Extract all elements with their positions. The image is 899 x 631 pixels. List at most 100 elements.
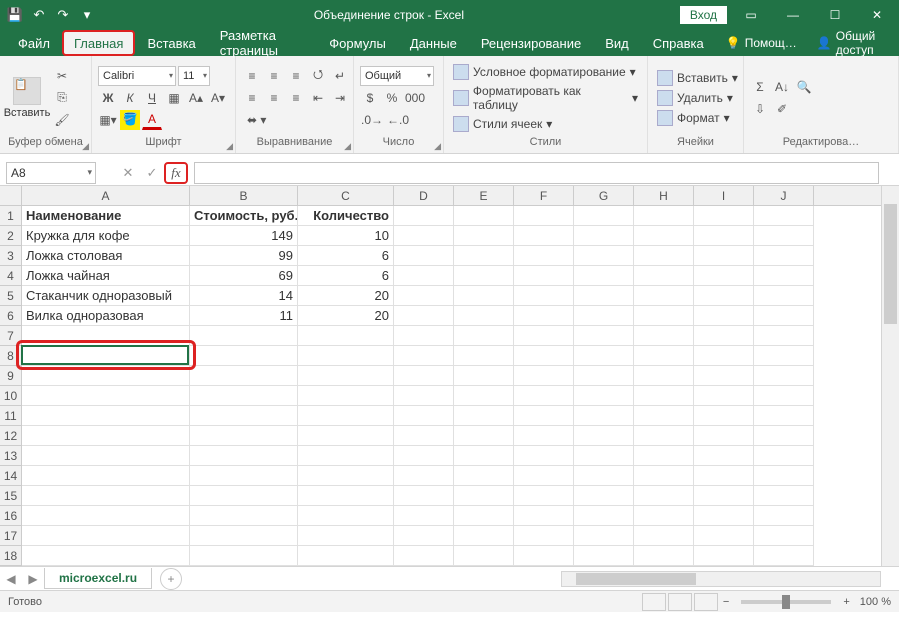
- align-top-icon[interactable]: ≡: [242, 66, 262, 86]
- cell[interactable]: [454, 406, 514, 426]
- col-header[interactable]: F: [514, 186, 574, 205]
- align-left-icon[interactable]: ≡: [242, 88, 262, 108]
- cell[interactable]: [574, 326, 634, 346]
- cell[interactable]: [514, 326, 574, 346]
- cell[interactable]: [190, 366, 298, 386]
- cell[interactable]: [514, 526, 574, 546]
- format-cells-button[interactable]: Формат ▾: [654, 109, 741, 127]
- row-header[interactable]: 17: [0, 526, 21, 546]
- borders-dropdown-icon[interactable]: ▦▾: [98, 110, 118, 130]
- col-header[interactable]: J: [754, 186, 814, 205]
- cell[interactable]: [694, 506, 754, 526]
- row-header[interactable]: 5: [0, 286, 21, 306]
- cell[interactable]: [634, 426, 694, 446]
- cell[interactable]: [514, 266, 574, 286]
- cell[interactable]: [694, 486, 754, 506]
- save-icon[interactable]: 💾: [4, 4, 26, 26]
- cell[interactable]: [394, 226, 454, 246]
- insert-cells-button[interactable]: Вставить ▾: [654, 69, 741, 87]
- cell[interactable]: [514, 206, 574, 226]
- page-layout-view-icon[interactable]: [668, 593, 692, 611]
- cell[interactable]: [694, 406, 754, 426]
- cell[interactable]: [754, 446, 814, 466]
- row-header[interactable]: 15: [0, 486, 21, 506]
- insert-function-button[interactable]: fx: [164, 162, 188, 184]
- increase-indent-icon[interactable]: ⇥: [330, 88, 350, 108]
- cell[interactable]: [634, 246, 694, 266]
- cell[interactable]: [754, 486, 814, 506]
- cell[interactable]: [190, 546, 298, 566]
- maximize-icon[interactable]: ☐: [817, 1, 853, 29]
- row-header[interactable]: 2: [0, 226, 21, 246]
- cell[interactable]: [298, 326, 394, 346]
- align-middle-icon[interactable]: ≡: [264, 66, 284, 86]
- cell[interactable]: [574, 286, 634, 306]
- cell[interactable]: [514, 386, 574, 406]
- row-header[interactable]: 1: [0, 206, 21, 226]
- worksheet-grid[interactable]: A B C D E F G H I J 1 2 3 4 5 6 7 8 9 10…: [0, 186, 899, 566]
- cell[interactable]: [574, 266, 634, 286]
- cell[interactable]: [694, 466, 754, 486]
- cell[interactable]: Ложка столовая: [22, 246, 190, 266]
- cell[interactable]: [514, 246, 574, 266]
- cell[interactable]: [190, 406, 298, 426]
- cell[interactable]: [754, 366, 814, 386]
- cell[interactable]: [574, 246, 634, 266]
- cell[interactable]: [634, 466, 694, 486]
- delete-cells-button[interactable]: Удалить ▾: [654, 89, 741, 107]
- cell[interactable]: [298, 366, 394, 386]
- share-button[interactable]: 👤 Общий доступ: [807, 30, 899, 56]
- cell[interactable]: [634, 506, 694, 526]
- cell-styles-button[interactable]: Стили ячеек ▾: [450, 115, 641, 133]
- cell[interactable]: [514, 346, 574, 366]
- cell[interactable]: [754, 466, 814, 486]
- cell[interactable]: [514, 306, 574, 326]
- cell[interactable]: [634, 286, 694, 306]
- orientation-icon[interactable]: ⭯: [308, 66, 328, 86]
- cell[interactable]: [394, 346, 454, 366]
- cell[interactable]: [190, 506, 298, 526]
- page-break-view-icon[interactable]: [694, 593, 718, 611]
- cell[interactable]: [394, 546, 454, 566]
- conditional-formatting-button[interactable]: Условное форматирование ▾: [450, 63, 641, 81]
- cell[interactable]: [634, 266, 694, 286]
- cell[interactable]: 10: [298, 226, 394, 246]
- normal-view-icon[interactable]: [642, 593, 666, 611]
- cell[interactable]: [634, 446, 694, 466]
- cell[interactable]: [454, 486, 514, 506]
- cell[interactable]: [394, 506, 454, 526]
- cell[interactable]: [574, 306, 634, 326]
- cell[interactable]: [634, 386, 694, 406]
- cell[interactable]: [694, 226, 754, 246]
- decrease-decimal-icon[interactable]: ←.0: [386, 110, 410, 130]
- cell[interactable]: 11: [190, 306, 298, 326]
- cell[interactable]: Вилка одноразовая: [22, 306, 190, 326]
- row-header[interactable]: 9: [0, 366, 21, 386]
- cell[interactable]: [754, 346, 814, 366]
- cell[interactable]: [754, 426, 814, 446]
- cell[interactable]: [694, 446, 754, 466]
- cell[interactable]: [22, 366, 190, 386]
- tab-data[interactable]: Данные: [398, 30, 469, 56]
- zoom-out-icon[interactable]: −: [719, 596, 733, 608]
- cell[interactable]: [694, 326, 754, 346]
- dialog-launcher-icon[interactable]: ◢: [434, 141, 441, 152]
- border-icon[interactable]: ▦: [164, 88, 184, 108]
- font-name-combo[interactable]: Calibri: [98, 66, 176, 86]
- cell[interactable]: [514, 486, 574, 506]
- cell[interactable]: [574, 526, 634, 546]
- close-icon[interactable]: ✕: [859, 1, 895, 29]
- horizontal-scrollbar[interactable]: [561, 571, 881, 587]
- cell[interactable]: [754, 526, 814, 546]
- formula-input[interactable]: [194, 162, 879, 184]
- dialog-launcher-icon[interactable]: ◢: [344, 141, 351, 152]
- row-header[interactable]: 16: [0, 506, 21, 526]
- align-center-icon[interactable]: ≡: [264, 88, 284, 108]
- cell[interactable]: 69: [190, 266, 298, 286]
- cell[interactable]: [190, 486, 298, 506]
- tab-home[interactable]: Главная: [62, 30, 135, 56]
- tab-insert[interactable]: Вставка: [135, 30, 207, 56]
- cell[interactable]: [694, 386, 754, 406]
- tab-view[interactable]: Вид: [593, 30, 641, 56]
- qat-customize-icon[interactable]: ▾: [76, 4, 98, 26]
